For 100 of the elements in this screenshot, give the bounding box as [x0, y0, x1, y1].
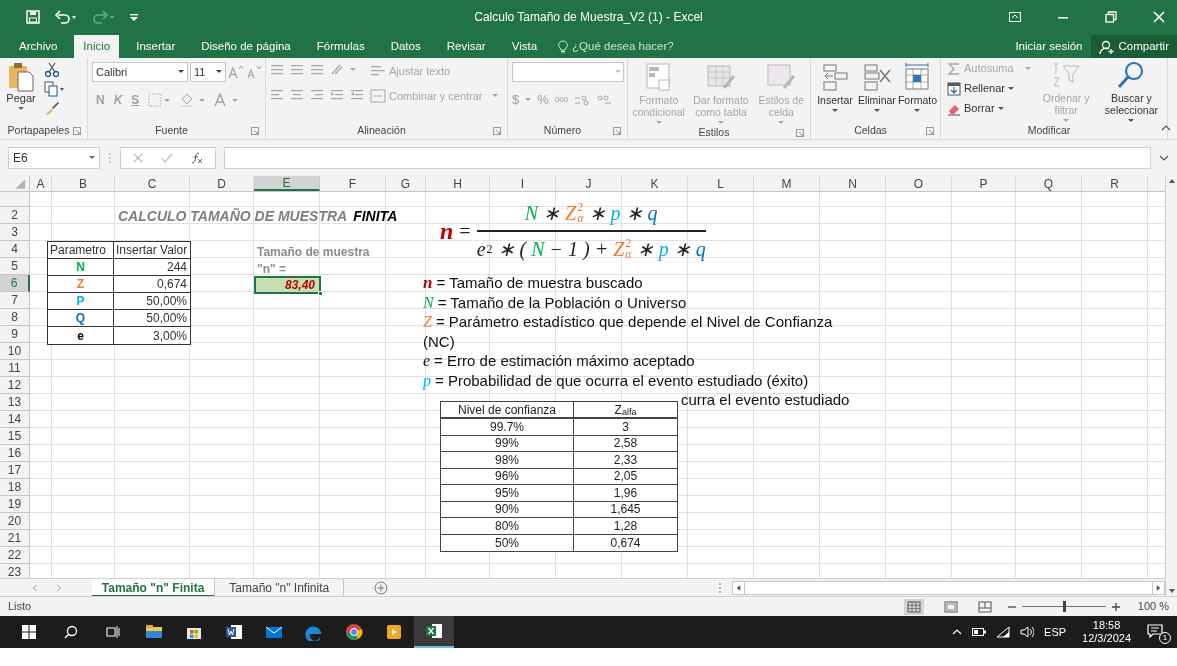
page-layout-icon[interactable] — [943, 600, 958, 613]
zoom-slider[interactable] — [1021, 601, 1106, 612]
column-header[interactable]: J — [556, 176, 622, 191]
customize-caret-icon[interactable] — [130, 13, 138, 21]
sheet-tab[interactable]: Tamaño "n" Finita — [91, 578, 216, 597]
dialog-launcher-icon[interactable] — [613, 127, 621, 135]
wifi-icon[interactable] — [996, 626, 1011, 638]
tell-me-field[interactable]: ¿Qué desea hacer? — [572, 37, 674, 56]
row-header[interactable]: 22 — [0, 547, 30, 564]
restore-icon[interactable] — [1105, 11, 1117, 23]
ribbon-button[interactable]: Formato — [897, 62, 937, 113]
grow-font-icon[interactable] — [228, 65, 244, 79]
fill-color-icon[interactable] — [179, 93, 206, 107]
name-box[interactable]: E6 — [8, 147, 100, 169]
close-icon[interactable] — [1153, 11, 1165, 23]
ribbon-tab[interactable]: Insertar — [127, 35, 185, 58]
ribbon-tab[interactable]: Diseño de página — [192, 35, 300, 58]
row-header[interactable]: 3 — [0, 224, 30, 241]
row-header[interactable]: 16 — [0, 445, 30, 462]
ribbon-button[interactable]: Borrar — [947, 100, 1031, 117]
font-name-field[interactable]: Calibri — [92, 62, 188, 82]
increase-indent-icon[interactable] — [350, 88, 364, 100]
dialog-launcher-icon[interactable] — [251, 127, 259, 135]
copy-icon[interactable] — [44, 81, 66, 97]
row-header[interactable]: 15 — [0, 428, 30, 445]
column-header[interactable]: C — [115, 176, 190, 191]
windows-logo-icon[interactable] — [22, 625, 36, 639]
ribbon-button[interactable]: Rellenar — [947, 80, 1031, 97]
column-header[interactable]: K — [622, 176, 688, 191]
align-left-icon[interactable] — [270, 88, 284, 100]
ribbon-tab[interactable]: Fórmulas — [307, 35, 374, 58]
column-header[interactable]: Q — [1016, 176, 1082, 191]
search-icon[interactable] — [64, 625, 78, 639]
ribbon-tab[interactable]: Archivo — [10, 35, 67, 58]
column-header[interactable]: A — [30, 176, 52, 191]
taskbar-app-button[interactable] — [414, 616, 454, 648]
font-size-field[interactable]: 11 — [190, 62, 226, 82]
insert-function-icon[interactable] — [191, 152, 203, 164]
zoom-in-icon[interactable] — [1111, 602, 1120, 611]
ribbon-button[interactable]: Buscar y seleccionar — [1101, 60, 1161, 123]
add-sheet-icon[interactable] — [374, 580, 388, 595]
scissors-icon[interactable] — [44, 62, 60, 78]
ribbon-tab[interactable]: Vista — [502, 35, 547, 58]
dialog-launcher-icon[interactable] — [926, 127, 934, 135]
row-header[interactable]: 6 — [0, 275, 30, 292]
align-top-icon[interactable] — [270, 63, 284, 75]
column-header[interactable]: L — [688, 176, 754, 191]
zoom-level[interactable]: 100 % — [1137, 598, 1169, 615]
row-header[interactable]: 18 — [0, 479, 30, 496]
row-header[interactable]: 8 — [0, 309, 30, 326]
save-icon[interactable] — [26, 10, 40, 24]
row-header[interactable]: 17 — [0, 462, 30, 479]
align-center-icon[interactable] — [290, 88, 304, 100]
orientation-icon[interactable] — [330, 62, 356, 76]
vertical-scrollbar[interactable] — [1165, 176, 1177, 596]
share-button[interactable]: Compartir — [1090, 34, 1177, 59]
ribbon-display-icon[interactable] — [1009, 12, 1021, 22]
column-header[interactable]: O — [886, 176, 952, 191]
row-header[interactable]: 13 — [0, 394, 30, 411]
increase-decimal-icon[interactable] — [574, 93, 591, 106]
ribbon-button[interactable]: Eliminar — [857, 62, 896, 113]
number-format-field[interactable] — [512, 62, 624, 82]
undo-icon[interactable] — [54, 10, 78, 24]
ribbon-tab[interactable]: Revisar — [437, 35, 495, 58]
column-header[interactable]: M — [754, 176, 820, 191]
column-header[interactable]: E — [254, 176, 320, 191]
ribbon-tab[interactable]: Datos — [381, 35, 430, 58]
row-header[interactable]: 9 — [0, 326, 30, 343]
dialog-launcher-icon[interactable] — [796, 129, 804, 137]
language-indicator[interactable]: ESP — [1044, 623, 1067, 641]
paste-button[interactable]: Pegar — [4, 62, 38, 111]
task-view-icon[interactable] — [106, 625, 120, 639]
row-header[interactable]: 14 — [0, 411, 30, 428]
formula-input[interactable] — [224, 147, 1151, 169]
cancel-icon[interactable] — [133, 153, 143, 163]
column-header[interactable]: B — [52, 176, 115, 191]
chevron-up-icon[interactable] — [952, 629, 963, 635]
align-bottom-icon[interactable] — [310, 63, 324, 75]
decrease-indent-icon[interactable] — [330, 88, 344, 100]
expand-formula-bar-icon[interactable] — [1159, 155, 1169, 161]
row-header[interactable]: 19 — [0, 496, 30, 513]
splitter-icon[interactable] — [718, 581, 722, 594]
decrease-decimal-icon[interactable] — [596, 93, 613, 106]
row-header[interactable]: 4 — [0, 241, 30, 258]
result-cell[interactable]: 83,40 — [254, 276, 321, 294]
horizontal-scrollbar[interactable] — [731, 580, 1165, 595]
row-header[interactable]: 23 — [0, 564, 30, 578]
battery-icon[interactable] — [972, 628, 987, 636]
sign-in-link[interactable]: Iniciar sesión — [1007, 35, 1091, 58]
column-header[interactable]: R — [1082, 176, 1148, 191]
ribbon-button[interactable]: Insertar — [814, 62, 856, 113]
format-painter-icon[interactable] — [44, 100, 60, 116]
column-header[interactable]: I — [490, 176, 556, 191]
normal-view-icon[interactable] — [903, 598, 924, 615]
notifications-button[interactable]: 1 — [1147, 622, 1169, 642]
column-header[interactable]: N — [820, 176, 886, 191]
row-header[interactable]: 10 — [0, 343, 30, 360]
row-header[interactable]: 12 — [0, 377, 30, 394]
row-header[interactable]: 11 — [0, 360, 30, 377]
speaker-icon[interactable] — [1020, 626, 1035, 638]
